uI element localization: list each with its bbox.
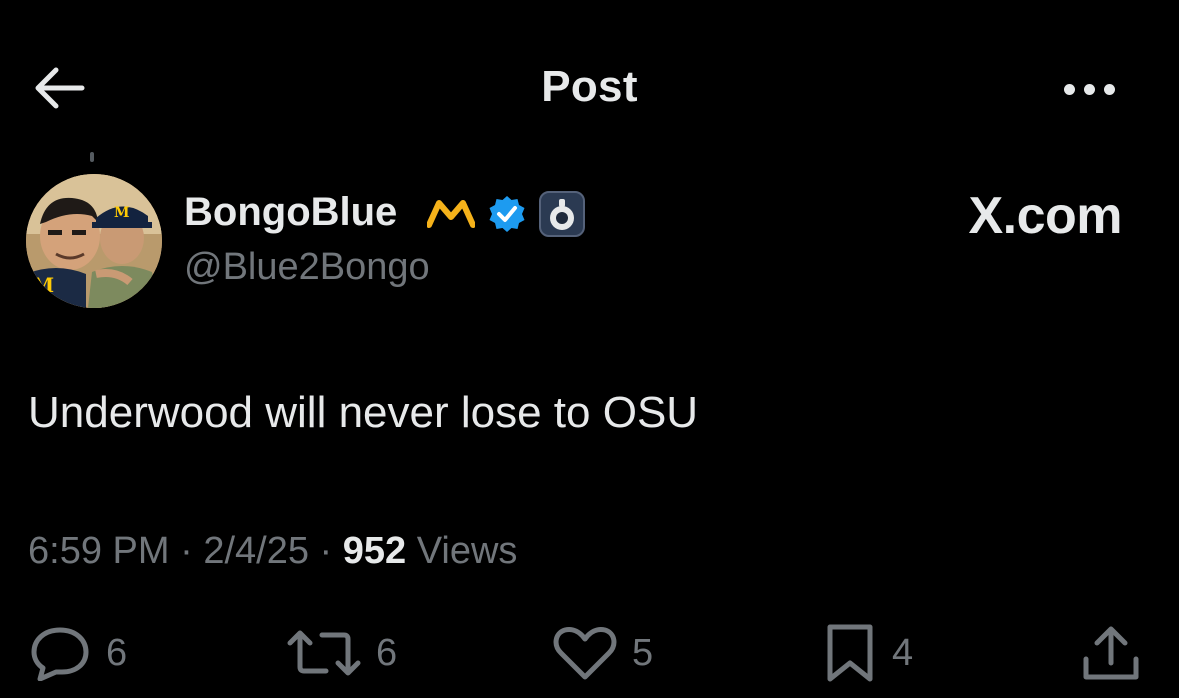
meta-separator: · <box>319 530 333 572</box>
views-count[interactable]: 952 <box>343 530 406 572</box>
more-dot <box>1084 83 1095 95</box>
share-icon <box>1083 626 1139 680</box>
reply-button[interactable]: 6 <box>28 618 127 688</box>
bookmark-button[interactable]: 4 <box>822 618 913 688</box>
post-text: Underwood will never lose to OSU <box>28 388 699 437</box>
meta-separator: · <box>180 530 193 572</box>
bookmark-count: 4 <box>892 631 914 674</box>
views-label: Views <box>416 530 518 572</box>
avatar-illustration: M M <box>26 174 162 308</box>
page-title: Post <box>541 62 638 111</box>
repost-count: 6 <box>376 631 398 674</box>
like-count: 5 <box>632 631 654 674</box>
post-date: 2/4/25 <box>203 530 309 572</box>
share-button[interactable] <box>1080 618 1142 688</box>
repost-icon <box>287 630 361 676</box>
heart-icon <box>553 627 617 680</box>
author-display-name[interactable]: BongoBlue <box>184 190 397 235</box>
thread-connector <box>90 152 94 162</box>
verified-check-icon[interactable] <box>487 194 527 234</box>
author-badges <box>427 190 585 238</box>
avatar[interactable]: M M <box>26 174 162 308</box>
repost-button[interactable]: 6 <box>286 618 397 688</box>
source-watermark: X.com <box>968 187 1122 245</box>
more-horizontal-icon <box>1064 83 1075 95</box>
post-detail-screen: Post M M BongoBlue @Blue2Bongo X.com Und… <box>0 0 1179 698</box>
svg-text:M: M <box>114 205 130 221</box>
author-handle[interactable]: @Blue2Bongo <box>184 246 430 289</box>
more-dot <box>1104 83 1115 95</box>
michigan-m-icon <box>427 200 475 228</box>
like-button[interactable]: 5 <box>552 618 653 688</box>
post-action-bar: 6 6 5 4 <box>0 618 1179 688</box>
grok-app-icon[interactable] <box>539 191 585 237</box>
more-options-button[interactable] <box>1064 78 1128 100</box>
post-time: 6:59 PM <box>28 530 170 572</box>
bookmark-icon <box>827 624 873 682</box>
post-meta: 6:59 PM · 2/4/25 · 952 Views <box>28 530 517 573</box>
svg-text:M: M <box>32 273 54 297</box>
reply-count: 6 <box>106 631 128 674</box>
reply-icon <box>31 627 89 681</box>
